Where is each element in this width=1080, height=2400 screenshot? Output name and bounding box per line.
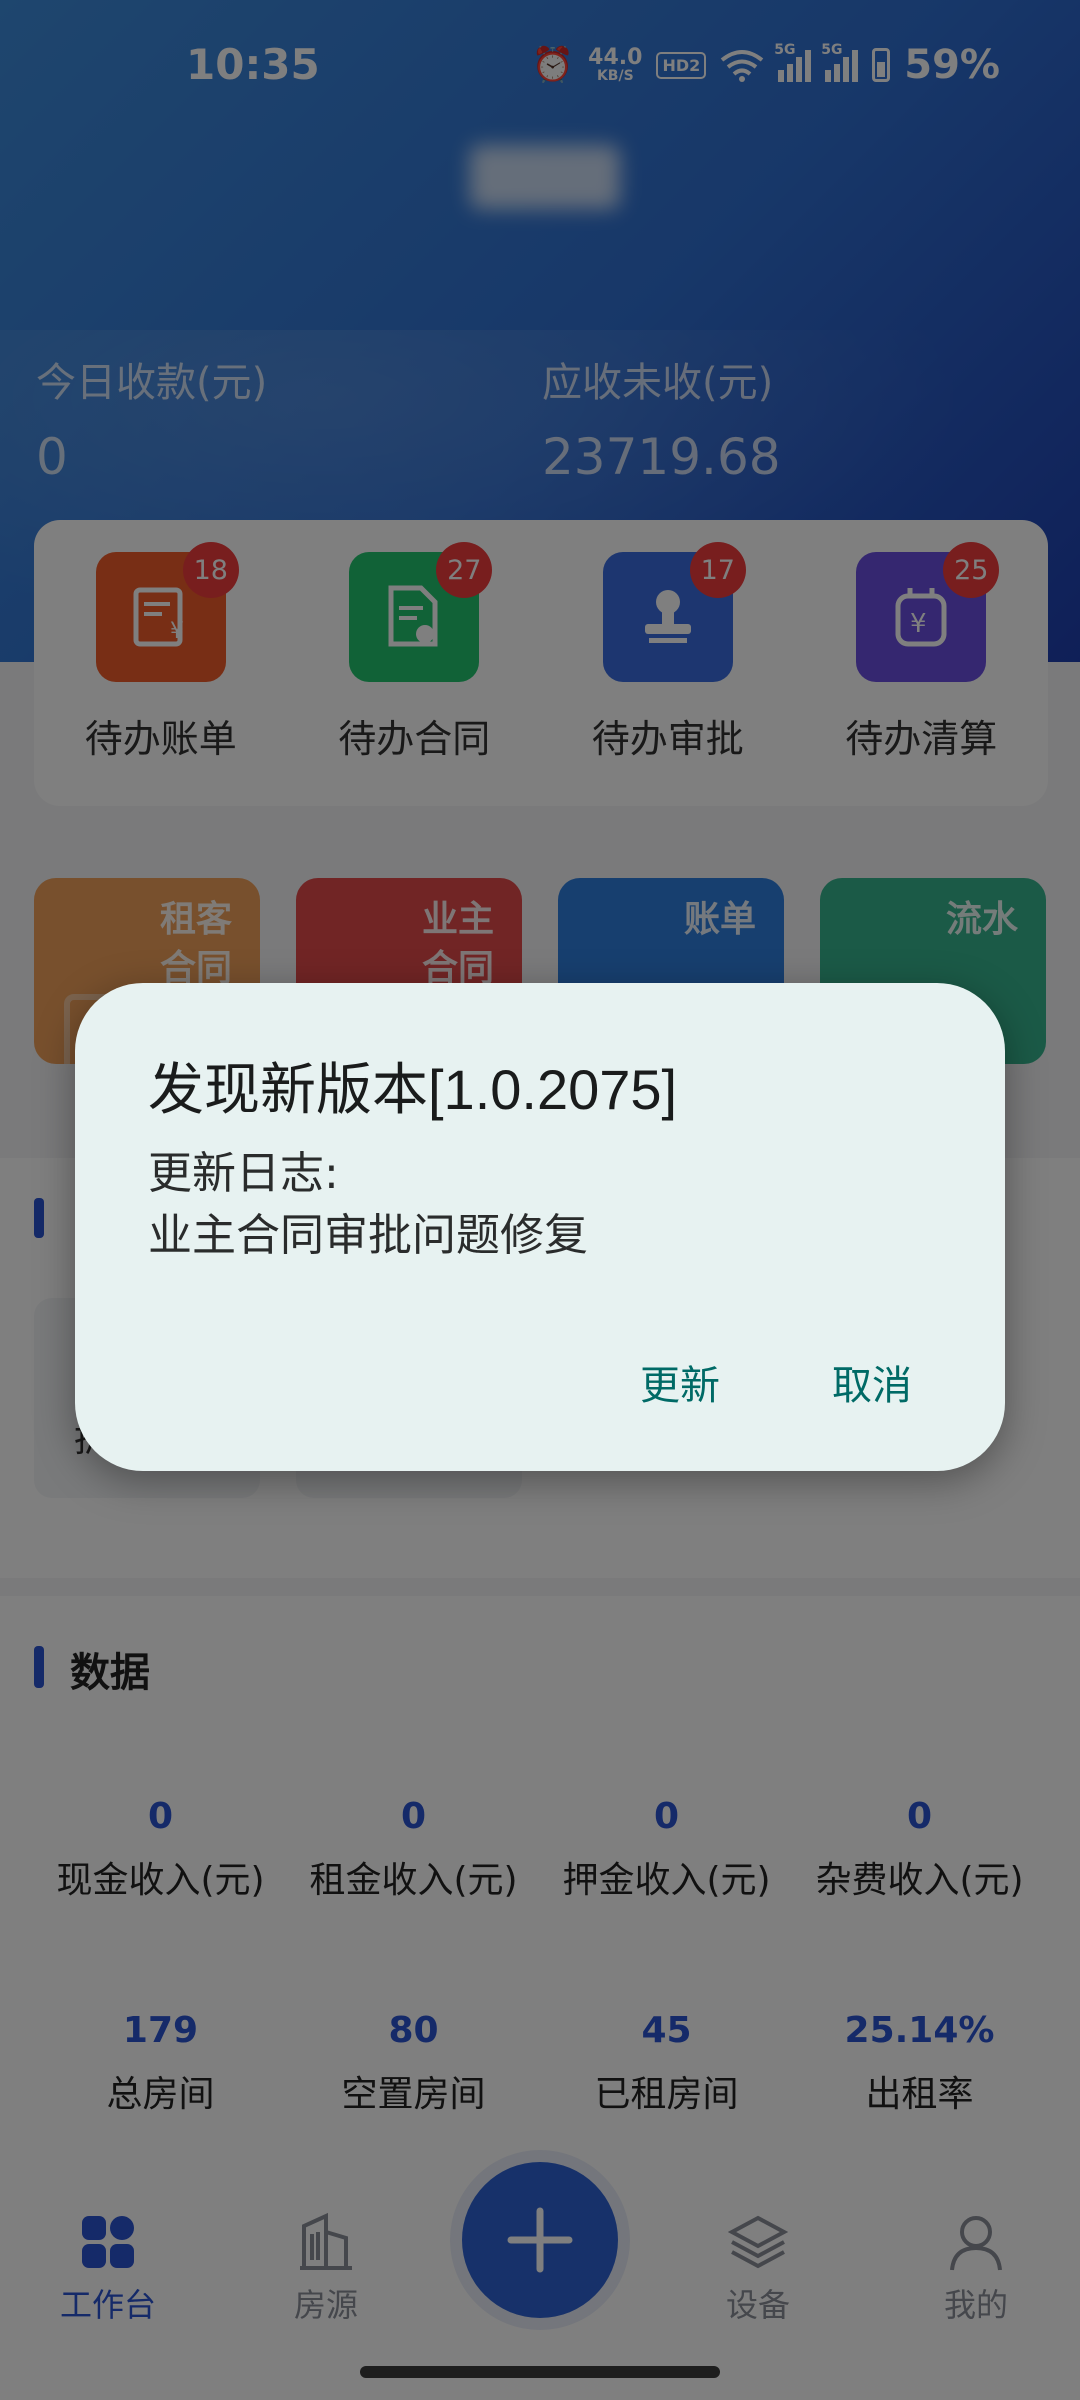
update-log-content: 业主合同审批问题修复: [148, 1210, 588, 1261]
dialog-body: 更新日志: 业主合同审批问题修复: [148, 1143, 588, 1267]
update-dialog: 发现新版本[1.0.2075] 更新日志: 业主合同审批问题修复 更新 取消: [75, 983, 1005, 1471]
cancel-button[interactable]: 取消: [832, 1353, 912, 1411]
home-indicator[interactable]: [360, 2366, 720, 2378]
update-log-label: 更新日志:: [148, 1148, 339, 1199]
update-button[interactable]: 更新: [640, 1353, 720, 1411]
dialog-title: 发现新版本[1.0.2075]: [148, 1058, 678, 1121]
